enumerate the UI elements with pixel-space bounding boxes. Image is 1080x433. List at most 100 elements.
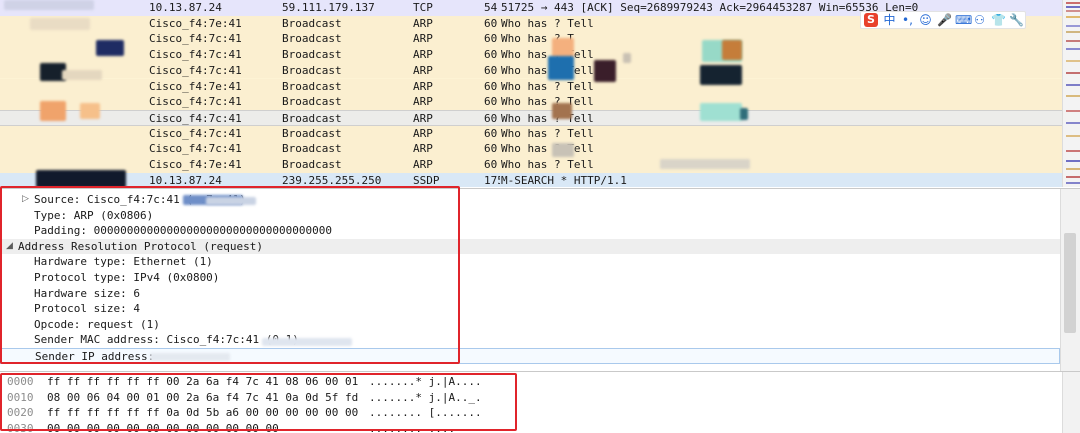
privacy-blur-region — [62, 70, 102, 80]
microphone-icon[interactable]: 🎤 — [937, 13, 952, 27]
bytes-scrollbar[interactable] — [1062, 372, 1080, 433]
packet-destination: Broadcast — [282, 79, 342, 93]
packet-length: 60 — [484, 126, 498, 140]
privacy-blur-region — [660, 159, 750, 169]
privacy-blur-region — [262, 338, 352, 346]
packet-info: Who has ? Tell — [501, 48, 594, 62]
details-scrollbar-thumb[interactable] — [1064, 233, 1076, 333]
user-icon[interactable]: ⚇ — [973, 13, 986, 27]
packet-row[interactable]: Cisco_f4:7c:41 Broadcast ARP 60Who has ? Te… — [0, 47, 1062, 63]
skin-icon[interactable]: 👕 — [991, 13, 1006, 27]
collapse-arrow-icon[interactable]: ▷ — [22, 192, 29, 208]
packet-protocol: ARP — [413, 126, 433, 140]
packet-length: 60 — [484, 142, 498, 156]
details-field-text: Hardware type: Ethernet (1) — [34, 255, 213, 269]
packet-destination: Broadcast — [282, 126, 342, 140]
minimap-mark — [1066, 150, 1080, 152]
details-section-row[interactable]: ◢ Address Resolution Protocol (request) — [0, 238, 1060, 255]
packet-length: 60 — [484, 48, 498, 62]
bytes-row[interactable]: 0010 08 00 06 04 00 01 00 2a 6a f4 7c 41 … — [0, 390, 1080, 406]
details-field-row[interactable]: Type: ARP (0x0806) — [0, 208, 1060, 224]
ime-toolbar[interactable]: S 中 •, ☺ 🎤 ⌨ ⚇ 👕 🔧 — [860, 11, 1026, 29]
packet-row[interactable]: Cisco_f4:7c:41 Broadcast ARP 60Who has ? Te… — [0, 94, 1062, 110]
privacy-blur-region — [206, 197, 256, 205]
privacy-blur-region — [700, 103, 742, 121]
minimap-mark — [1066, 176, 1080, 178]
bytes-offset: 0020 — [7, 406, 34, 419]
minimap-mark — [1066, 16, 1080, 18]
details-field-row[interactable]: Sender MAC address: Cisco_f4:7c:41 (0 1) — [0, 332, 1060, 348]
packet-row[interactable]: Cisco_f4:7c:41 Broadcast ARP 60 Who has ? T — [0, 31, 1062, 48]
packet-destination: Broadcast — [282, 158, 342, 171]
packet-info: Who has ? Tell — [501, 79, 594, 93]
details-field-text: Hardware size: 6 — [34, 286, 140, 300]
minimap-mark — [1066, 135, 1080, 137]
bytes-hex: 00 00 00 00 00 00 00 00 00 00 00 00 — [47, 421, 279, 433]
bytes-hex: 08 00 06 04 00 01 00 2a 6a f4 7c 41 0a 0… — [47, 390, 359, 404]
packet-protocol: TCP — [413, 1, 433, 14]
wrench-icon[interactable]: 🔧 — [1009, 13, 1024, 27]
bytes-row[interactable]: 0000 ff ff ff ff ff ff 00 2a 6a f4 7c 41 … — [0, 374, 1080, 390]
packet-info: Who has ? Tell — [501, 95, 594, 109]
packet-length: 54 — [484, 1, 498, 14]
bytes-ascii: .......* j.|A.._. — [369, 390, 482, 404]
privacy-blur-region — [552, 38, 574, 58]
packet-destination: Broadcast — [282, 111, 342, 125]
packet-destination: Broadcast — [282, 142, 342, 156]
details-scrollbar[interactable] — [1060, 189, 1080, 371]
packet-length: 175 — [484, 173, 500, 187]
packet-protocol: ARP — [413, 63, 433, 77]
emoji-icon[interactable]: ☺ — [919, 13, 932, 27]
details-field-row[interactable]: ▷ Source: Cisco_f4:7c:41 ( .7c:41) — [0, 192, 1060, 208]
packet-destination: Broadcast — [282, 63, 342, 77]
details-field-row[interactable]: Opcode: request (1) — [0, 317, 1060, 333]
packet-row[interactable]: Cisco_f4:7e:41 Broadcast ARP 60 Who has ? Te… — [0, 78, 1062, 95]
bytes-offset: 0030 — [7, 421, 34, 433]
packet-list-minimap[interactable] — [1066, 0, 1080, 187]
minimap-mark — [1066, 10, 1080, 12]
packet-bytes-pane[interactable]: 0000 ff ff ff ff ff ff 00 2a 6a f4 7c 41 … — [0, 371, 1080, 433]
details-field-row[interactable]: Protocol type: IPv4 (0x0800) — [0, 270, 1060, 286]
privacy-blur-region — [552, 103, 572, 119]
packet-row[interactable]: Cisco_f4:7e:41 Broadcast ARP 60 Who has ? Te… — [0, 157, 1062, 173]
bytes-row[interactable]: 0020 ff ff ff ff ff ff 0a 0d 5b a6 00 00 … — [0, 405, 1080, 421]
privacy-blur-region — [150, 353, 230, 361]
details-field-row[interactable]: Hardware type: Ethernet (1) — [0, 254, 1060, 270]
packet-row[interactable]: Cisco_f4:7c:41 Broadcast ARP 60Who has ? Te… — [0, 141, 1062, 157]
minimap-mark — [1066, 84, 1080, 86]
details-field-row[interactable]: Protocol size: 4 — [0, 301, 1060, 317]
packet-destination: Broadcast — [282, 32, 342, 46]
packet-length: 60 — [484, 95, 498, 109]
packet-destination: Broadcast — [282, 16, 342, 30]
details-field-text: Padding: 0000000000000000000000000000000… — [34, 224, 333, 238]
privacy-blur-region — [548, 56, 574, 80]
chinese-input-icon[interactable]: 中 — [883, 13, 896, 27]
packet-destination: Broadcast — [282, 48, 342, 62]
packet-row[interactable]: Cisco_f4:7c:41 Broadcast ARP 60Who has ? Te… — [0, 109, 1062, 126]
minimap-mark — [1066, 40, 1080, 42]
packet-length: 60 — [484, 158, 498, 171]
packet-protocol: ARP — [413, 142, 433, 156]
packet-source: 10.13.87.24 — [149, 1, 222, 14]
packet-source: Cisco_f4:7e:41 — [149, 79, 242, 93]
packet-protocol: ARP — [413, 16, 433, 30]
minimap-mark — [1066, 72, 1080, 74]
bytes-hex: ff ff ff ff ff ff 0a 0d 5b a6 00 00 00 0… — [47, 406, 359, 419]
privacy-blur-region — [722, 40, 742, 60]
punctuation-icon[interactable]: •, — [901, 13, 914, 27]
details-field-text: Address Resolution Protocol (request) — [18, 239, 264, 253]
privacy-blur-region — [700, 65, 742, 85]
details-field-row[interactable]: Padding: 0000000000000000000000000000000… — [0, 223, 1060, 239]
packet-row[interactable]: 10.13.87.24 239.255.255.250 SSDP 175M-SEARC… — [0, 172, 1062, 187]
packet-row[interactable]: Cisco_f4:7c:41 Broadcast ARP 60Who has ? Te… — [0, 62, 1062, 79]
sogou-logo-icon[interactable]: S — [864, 13, 878, 27]
keyboard-icon[interactable]: ⌨ — [955, 13, 972, 27]
details-field-row[interactable]: Hardware size: 6 — [0, 286, 1060, 302]
packet-row[interactable]: Cisco_f4:7c:41 Broadcast ARP 60Who has ? Te… — [0, 125, 1062, 142]
bytes-row[interactable]: 0030 00 00 00 00 00 00 00 00 00 00 00 00.… — [0, 421, 1080, 433]
expand-arrow-icon[interactable]: ◢ — [6, 239, 13, 255]
packet-details-pane[interactable]: ▷ Source: Cisco_f4:7c:41 ( .7c:41) Type: A… — [0, 188, 1080, 371]
packet-source: 10.13.87.24 — [149, 173, 222, 187]
packet-source: Cisco_f4:7c:41 — [149, 126, 242, 140]
packet-length: 60 — [484, 32, 498, 46]
